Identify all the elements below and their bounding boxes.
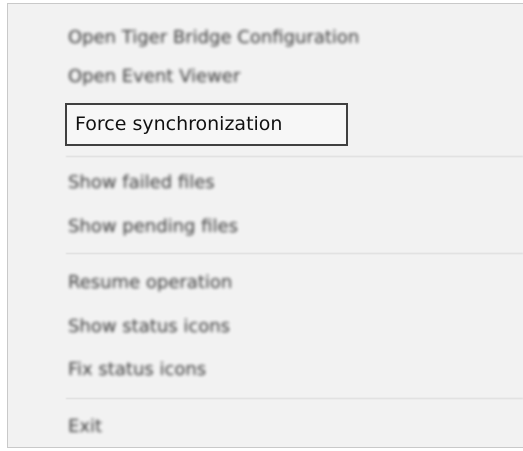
menu-item-label: Resume operation [68, 271, 233, 293]
menu-item-fix-status-icons[interactable]: Fix status icons [68, 353, 206, 385]
menu-item-open-event-viewer[interactable]: Open Event Viewer [68, 60, 240, 92]
context-menu: Open Tiger Bridge Configuration Open Eve… [7, 3, 523, 448]
screenshot-canvas: Open Tiger Bridge Configuration Open Eve… [0, 0, 523, 451]
menu-item-label: Show pending files [68, 215, 238, 237]
menu-separator [66, 253, 523, 254]
menu-item-show-pending-files[interactable]: Show pending files [68, 210, 238, 242]
menu-item-exit[interactable]: Exit [68, 410, 102, 442]
menu-item-open-configuration[interactable]: Open Tiger Bridge Configuration [68, 21, 359, 53]
menu-item-show-failed-files[interactable]: Show failed files [68, 166, 215, 198]
menu-item-show-status-icons[interactable]: Show status icons [68, 310, 230, 342]
menu-item-force-synchronization-label: Force synchronization [75, 113, 283, 135]
menu-item-label: Show failed files [68, 171, 215, 193]
menu-item-label: Open Tiger Bridge Configuration [68, 26, 360, 48]
menu-item-label: Open Event Viewer [68, 65, 241, 87]
menu-separator [66, 156, 523, 157]
menu-item-label: Fix status icons [68, 358, 207, 380]
menu-item-resume-operation[interactable]: Resume operation [68, 266, 232, 298]
menu-item-label: Show status icons [68, 315, 231, 337]
menu-separator [66, 398, 523, 399]
menu-item-label: Exit [68, 415, 103, 437]
